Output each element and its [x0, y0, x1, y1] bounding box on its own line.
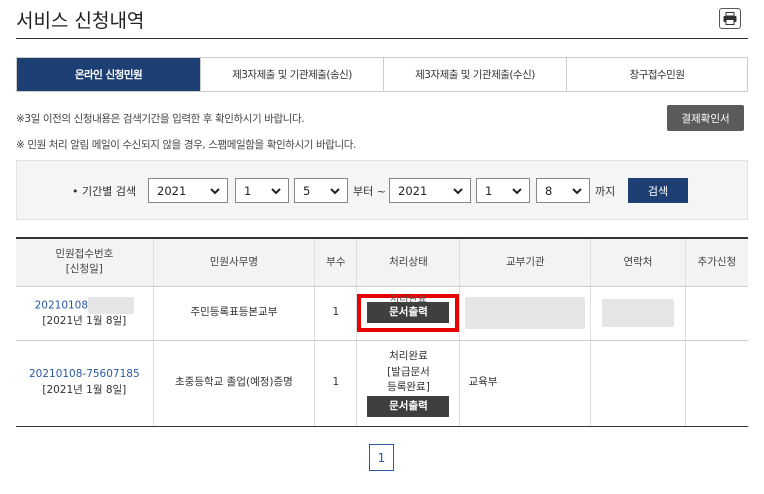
header-apply-date-label: [신청일]	[65, 263, 103, 276]
page-title: 서비스 신청내역	[16, 10, 145, 32]
page-button-current[interactable]: 1	[369, 444, 394, 471]
status-text: 처리완료	[389, 349, 428, 362]
header-status: 처리상태	[356, 237, 460, 287]
apply-date: [2021년 1월 8일]	[42, 314, 127, 327]
search-label: • 기간별 검색	[72, 185, 137, 198]
header-service-name: 민원사무명	[152, 237, 315, 287]
to-label: 까지	[595, 185, 616, 198]
highlight-box: 처리완료 문서출력	[357, 294, 460, 332]
status-text: [발급문서	[387, 365, 430, 378]
receipt-cell: 20210108-75607185 [2021년 1월 8일]	[16, 340, 154, 427]
issuer-cell: 교육부	[459, 340, 591, 427]
status-cell: 처리완료 [발급문서 등록완료] 문서출력	[356, 340, 460, 427]
chevron-down-icon	[271, 188, 281, 195]
to-year-value: 2021	[398, 183, 428, 198]
to-month-select[interactable]: 1	[476, 178, 530, 203]
redacted-block	[88, 296, 135, 314]
tab-third-party-sent[interactable]: 제3자제출 및 기관제출(송신)	[200, 58, 383, 91]
receipt-cell: 20210108 [2021년 1월 8일]	[16, 286, 154, 341]
from-month-select[interactable]: 1	[235, 178, 289, 203]
printer-icon	[723, 12, 737, 25]
print-document-button[interactable]: 문서출력	[367, 396, 450, 418]
contact-cell	[590, 286, 686, 341]
service-tabs: 온라인 신청민원 제3자제출 및 기관제출(송신) 제3자제출 및 기관제출(수…	[16, 57, 748, 92]
from-day-select[interactable]: 5	[294, 178, 348, 203]
tab-counter-applications[interactable]: 창구접수민원	[566, 58, 747, 91]
status-text: 등록완료]	[387, 381, 430, 394]
redacted-block	[465, 297, 586, 329]
print-document-button[interactable]: 문서출력	[367, 302, 450, 323]
print-button[interactable]	[719, 8, 741, 29]
search-button[interactable]: 검색	[628, 178, 688, 203]
header-receipt-no: 민원접수번호 [신청일]	[16, 237, 154, 287]
header-copies: 부수	[314, 237, 357, 287]
issuer-cell	[459, 286, 591, 341]
chevron-down-icon	[330, 188, 340, 195]
from-year-value: 2021	[157, 183, 187, 198]
tab-third-party-received[interactable]: 제3자제출 및 기관제출(수신)	[383, 58, 566, 91]
extra-cell	[684, 286, 748, 341]
service-name: 초중등학교 졸업(예정)증명	[152, 340, 315, 427]
copies-count: 1	[314, 286, 357, 341]
copies-count: 1	[314, 340, 357, 427]
to-day-select[interactable]: 8	[536, 178, 590, 203]
redacted-block	[601, 299, 674, 327]
tab-online-applications[interactable]: 온라인 신청민원	[17, 58, 200, 91]
chevron-down-icon	[210, 188, 220, 195]
payment-receipt-button[interactable]: 결제확인서	[667, 105, 744, 131]
contact-cell	[590, 340, 686, 427]
notice-spam-mail: ※ 민원 처리 알림 메일이 수신되지 않을 경우, 스팸메일함을 확인하시기 …	[16, 139, 356, 151]
to-day-value: 8	[545, 183, 553, 198]
from-label: 부터 ~	[353, 185, 386, 198]
chevron-down-icon	[572, 188, 582, 195]
chevron-down-icon	[512, 188, 522, 195]
receipt-number-link[interactable]: 20210108	[35, 299, 88, 311]
header-issuer: 교부기관	[459, 237, 591, 287]
service-name: 주민등록표등본교부	[152, 286, 315, 341]
status-text-partial: 처리완료	[390, 295, 427, 302]
title-divider	[16, 38, 748, 39]
table-row: 20210108 [2021년 1월 8일] 주민등록표등본교부 1 처리완료 …	[16, 286, 748, 341]
chevron-down-icon	[453, 188, 463, 195]
header-extra: 추가신청	[684, 237, 748, 287]
header-receipt-no-label: 민원접수번호	[55, 248, 114, 261]
receipt-number-link[interactable]: 20210108-75607185	[29, 368, 140, 380]
header-contact: 연락처	[590, 237, 686, 287]
extra-cell	[684, 340, 748, 427]
apply-date: [2021년 1월 8일]	[42, 384, 127, 396]
to-year-select[interactable]: 2021	[389, 178, 471, 203]
from-month-value: 1	[244, 183, 252, 198]
status-cell: 처리완료 문서출력	[356, 286, 460, 341]
from-day-value: 5	[303, 183, 311, 198]
to-month-value: 1	[485, 183, 493, 198]
table-row: 20210108-75607185 [2021년 1월 8일] 초중등학교 졸업…	[16, 340, 748, 427]
application-table: 민원접수번호 [신청일] 민원사무명 부수 처리상태 교부기관 연락처 추가신청…	[16, 237, 748, 427]
from-year-select[interactable]: 2021	[148, 178, 228, 203]
notice-search-period: ※3일 이전의 신청내용은 검색기간을 입력한 후 확인하시기 바랍니다.	[16, 113, 305, 125]
